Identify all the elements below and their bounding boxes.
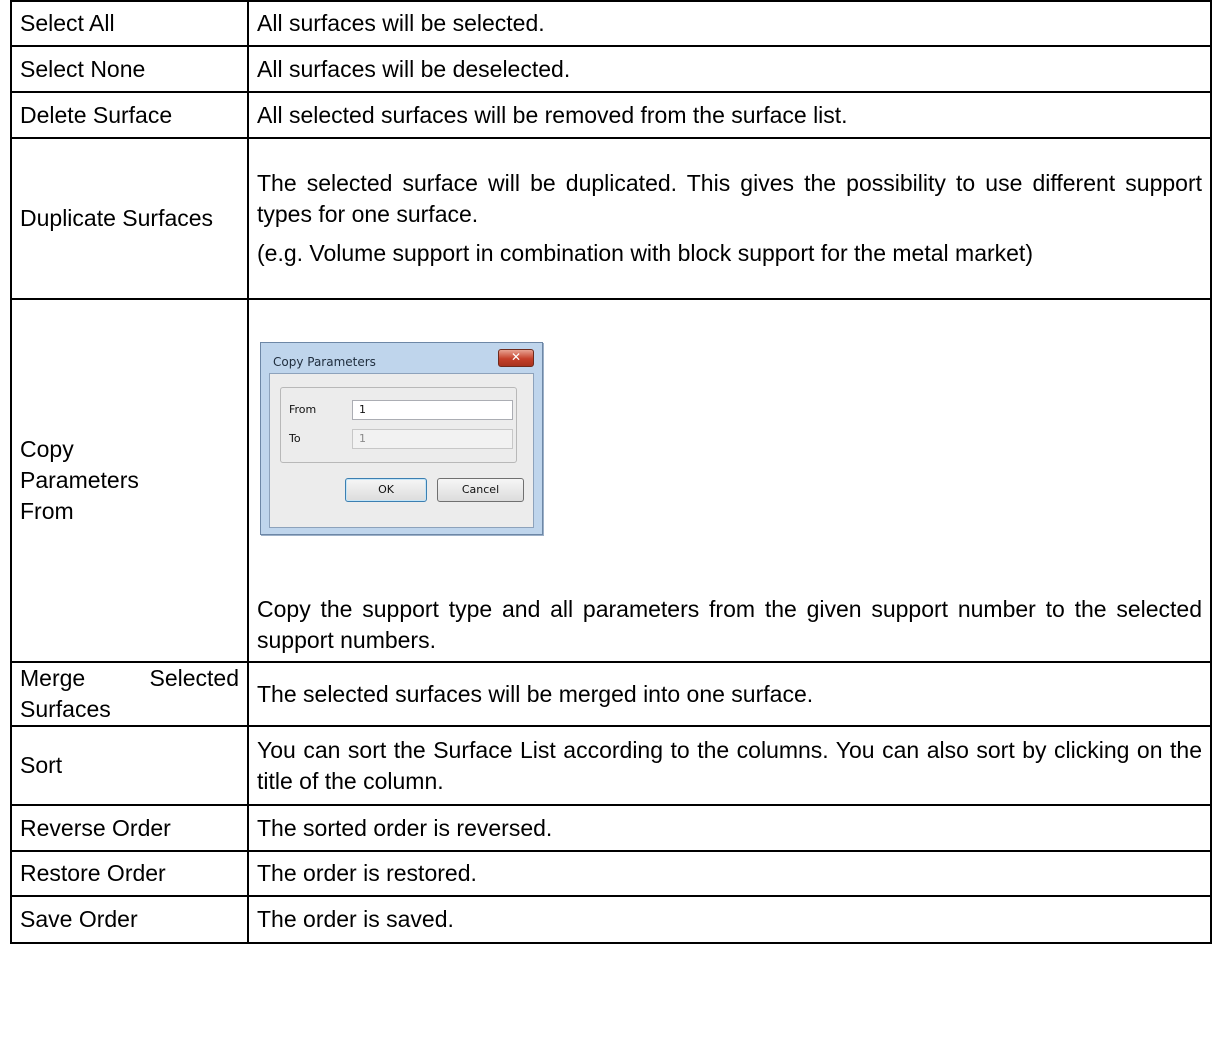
table-row: Copy Parameters From Copy Parameters ✕ F…	[10, 298, 1212, 663]
command-cell: Reverse Order	[10, 804, 249, 852]
from-input[interactable]: 1	[352, 399, 513, 420]
table-row: Merge Selected Surfaces The selected sur…	[10, 661, 1212, 727]
description-cell: The order is saved.	[247, 895, 1212, 944]
description-cell: Copy Parameters ✕ From 1 To 1 OK Cancel	[247, 298, 1212, 663]
commands-table: Select All All surfaces will be selected…	[10, 0, 1212, 944]
cancel-button[interactable]: Cancel	[437, 477, 524, 502]
command-cell: Save Order	[10, 895, 249, 944]
dialog-body: From 1 To 1 OK Cancel	[269, 372, 534, 528]
dialog-group-box: From 1 To 1	[280, 386, 517, 463]
table-row: Save Order The order is saved.	[10, 895, 1212, 944]
ok-button[interactable]: OK	[345, 477, 427, 502]
table-row: Restore Order The order is restored.	[10, 850, 1212, 897]
table-row: Delete Surface All selected surfaces wil…	[10, 91, 1212, 139]
command-cell: Sort	[10, 725, 249, 806]
command-cell: Duplicate Surfaces	[10, 137, 249, 300]
description-cell: All surfaces will be deselected.	[247, 45, 1212, 93]
description-cell: You can sort the Surface List according …	[247, 725, 1212, 806]
command-cell: Delete Surface	[10, 91, 249, 139]
description-paragraph: Copy the support type and all parameters…	[257, 595, 1202, 653]
command-label-word: Selected	[149, 665, 239, 691]
description-cell: All surfaces will be selected.	[247, 0, 1212, 47]
command-label-line: Merge Selected	[20, 663, 239, 694]
from-label: From	[289, 402, 317, 416]
table-row: Select All All surfaces will be selected…	[10, 0, 1212, 47]
dialog-figure: Copy Parameters ✕ From 1 To 1 OK Cancel	[257, 306, 1202, 536]
command-cell: Restore Order	[10, 850, 249, 897]
close-icon[interactable]: ✕	[498, 348, 534, 367]
command-label: Copy Parameters From	[20, 436, 139, 524]
description-cell: The selected surface will be duplicated.…	[247, 137, 1212, 300]
command-cell: Copy Parameters From	[10, 298, 249, 663]
description-paragraph: The selected surface will be duplicated.…	[257, 170, 1202, 227]
command-cell: Select None	[10, 45, 249, 93]
description-cell: The order is restored.	[247, 850, 1212, 897]
table-row: Sort You can sort the Surface List accor…	[10, 725, 1212, 806]
description-paragraph: (e.g. Volume support in combination with…	[257, 240, 1033, 266]
table-row: Select None All surfaces will be deselec…	[10, 45, 1212, 93]
copy-parameters-dialog: Copy Parameters ✕ From 1 To 1 OK Cancel	[260, 341, 543, 535]
to-input: 1	[352, 428, 513, 449]
description-cell: The sorted order is reversed.	[247, 804, 1212, 852]
command-label-word: Merge	[20, 665, 86, 691]
command-cell: Merge Selected Surfaces	[10, 661, 249, 727]
table-row: Duplicate Surfaces The selected surface …	[10, 137, 1212, 300]
command-label-word: Surfaces	[20, 696, 111, 722]
description-cell: The selected surfaces will be merged int…	[247, 661, 1212, 727]
table-row: Reverse Order The sorted order is revers…	[10, 804, 1212, 852]
command-cell: Select All	[10, 0, 249, 47]
dialog-title: Copy Parameters	[273, 354, 376, 369]
description-cell: All selected surfaces will be removed fr…	[247, 91, 1212, 139]
to-label: To	[289, 431, 301, 445]
